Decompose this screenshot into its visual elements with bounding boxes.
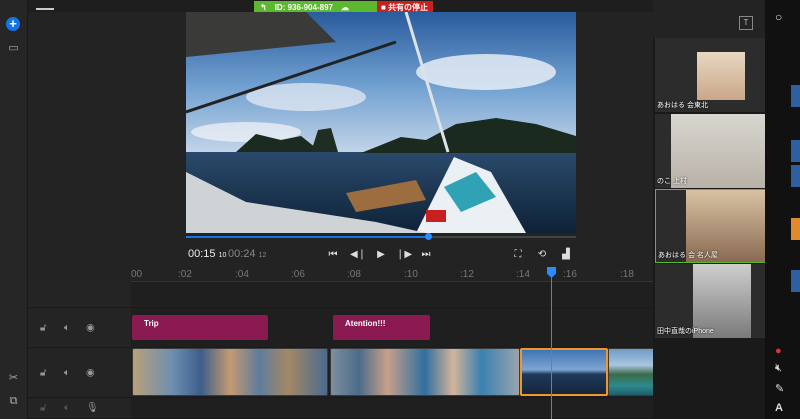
fit-screen-icon[interactable]: ⛶ (511, 248, 525, 262)
ruler-tick: 00 (131, 269, 143, 280)
duplicate-icon[interactable]: ⧉ (7, 395, 20, 407)
track-header-empty (28, 282, 131, 308)
playhead-line (551, 278, 552, 419)
track-header-titles: 🔓︎ 🔈︎ ◉ (28, 308, 131, 348)
ruler-tick: :14 (516, 269, 530, 280)
active-tab-indicator (36, 8, 54, 10)
loop-icon[interactable]: ⟲ (535, 248, 549, 262)
right-toolbar: ○ ● 🔇︎ ✎ A (765, 0, 800, 419)
ruler-tick: :08 (347, 269, 361, 280)
title-clip-label: Atention!!! (345, 319, 386, 328)
ruler-tick: :04 (235, 269, 249, 280)
participant-name: 田中直哉のiPhone (657, 328, 714, 335)
ruler-tick: :18 (620, 269, 634, 280)
color-swatch[interactable] (791, 165, 800, 187)
color-swatch[interactable] (791, 85, 800, 107)
preview-frame (186, 12, 576, 233)
video-editor-app: + ▭ ✂ ⧉ ↰ ID: 936-904-897 ☁ ■ 共有の停止 T 00… (0, 0, 800, 419)
lock-icon[interactable]: 🔓︎ (40, 367, 46, 378)
skip-to-start-icon[interactable]: ⏮ (326, 248, 340, 262)
text-tool-icon[interactable]: A (775, 402, 783, 414)
video-clip-beach[interactable] (132, 348, 328, 396)
ruler-tick: :06 (291, 269, 305, 280)
ruler-tick: :12 (460, 269, 474, 280)
preview-monitor (186, 12, 576, 233)
ruler-tick: :10 (404, 269, 418, 280)
total-timecode: 00:24 12 (228, 248, 266, 260)
eye-icon[interactable]: ◉ (86, 322, 95, 333)
current-time: 00:15 (188, 248, 216, 260)
participant-video (697, 52, 745, 100)
track-header-video: 🔓︎ 🔈︎ ◉ (28, 348, 131, 398)
total-frames: 12 (258, 252, 267, 259)
mute-icon[interactable]: 🔇︎ (775, 362, 782, 375)
lock-icon[interactable]: 🔓︎ (40, 322, 46, 333)
eye-icon[interactable]: ◉ (86, 367, 95, 378)
stop-share-label: 共有の停止 (388, 3, 429, 12)
timeline-ruler[interactable]: 00 :02 :04 :06 :08 :10 :12 :14 :16 :18 (131, 266, 653, 282)
speaker-icon[interactable]: 🔈︎ (64, 403, 70, 414)
color-swatch[interactable] (791, 218, 800, 240)
track-header-audio: 🔓︎ 🔈︎ 🎙︎ (28, 398, 131, 419)
play-icon[interactable]: ▶ (374, 248, 388, 262)
total-time: 00:24 (228, 248, 256, 260)
participant-name: あおはる 会 名人屋 (658, 252, 718, 259)
media-library-icon[interactable]: ▭ (7, 42, 20, 54)
title-clip-attention[interactable]: Atention!!! (333, 315, 430, 340)
circle-icon[interactable]: ○ (775, 10, 782, 24)
ruler-tick: :16 (563, 269, 577, 280)
scrubber-handle[interactable] (424, 233, 432, 240)
track-empty (131, 282, 653, 308)
ruler-tick: :02 (178, 269, 192, 280)
step-back-icon[interactable]: ◀❘ (350, 248, 366, 262)
color-swatch[interactable] (791, 140, 800, 162)
participant-name: あおはる 会東北 (657, 102, 708, 109)
left-toolbar: + ▭ ✂ ⧉ (0, 0, 28, 419)
participant-name: のこ 上村 (657, 178, 687, 185)
scrubber-progress (186, 236, 428, 238)
add-media-button[interactable]: + (6, 17, 20, 31)
track-audio (131, 398, 653, 419)
current-frames: 10 (218, 252, 227, 259)
scissors-icon[interactable]: ✂ (7, 372, 20, 384)
fullscreen-icon[interactable]: ▟ (559, 248, 573, 262)
current-timecode: 00:15 10 (188, 248, 226, 260)
step-forward-icon[interactable]: ❘▶ (396, 248, 412, 262)
skip-to-end-icon[interactable]: ⏭ (419, 248, 433, 262)
camera-off-icon[interactable]: ● (775, 345, 782, 357)
pen-icon[interactable]: ✎ (775, 382, 784, 395)
title-clip-trip[interactable]: Trip (132, 315, 268, 340)
transport-controls: 00:15 10 00:24 12 ⏮ ◀❘ ▶ ❘▶ ⏭ ⛶ ⟲ ▟ (186, 244, 576, 266)
color-swatch[interactable] (791, 270, 800, 292)
speaker-icon[interactable]: 🔈︎ (64, 322, 70, 333)
video-clip-selfie[interactable] (330, 348, 520, 396)
preview-scrubber[interactable] (186, 233, 576, 240)
video-clip-boat-selected[interactable] (520, 348, 608, 396)
microphone-icon[interactable]: 🎙︎ (86, 403, 99, 414)
lock-icon[interactable]: 🔓︎ (40, 403, 46, 414)
title-tool-icon[interactable]: T (739, 16, 753, 30)
speaker-icon[interactable]: 🔈︎ (64, 367, 70, 378)
title-clip-label: Trip (144, 319, 159, 328)
